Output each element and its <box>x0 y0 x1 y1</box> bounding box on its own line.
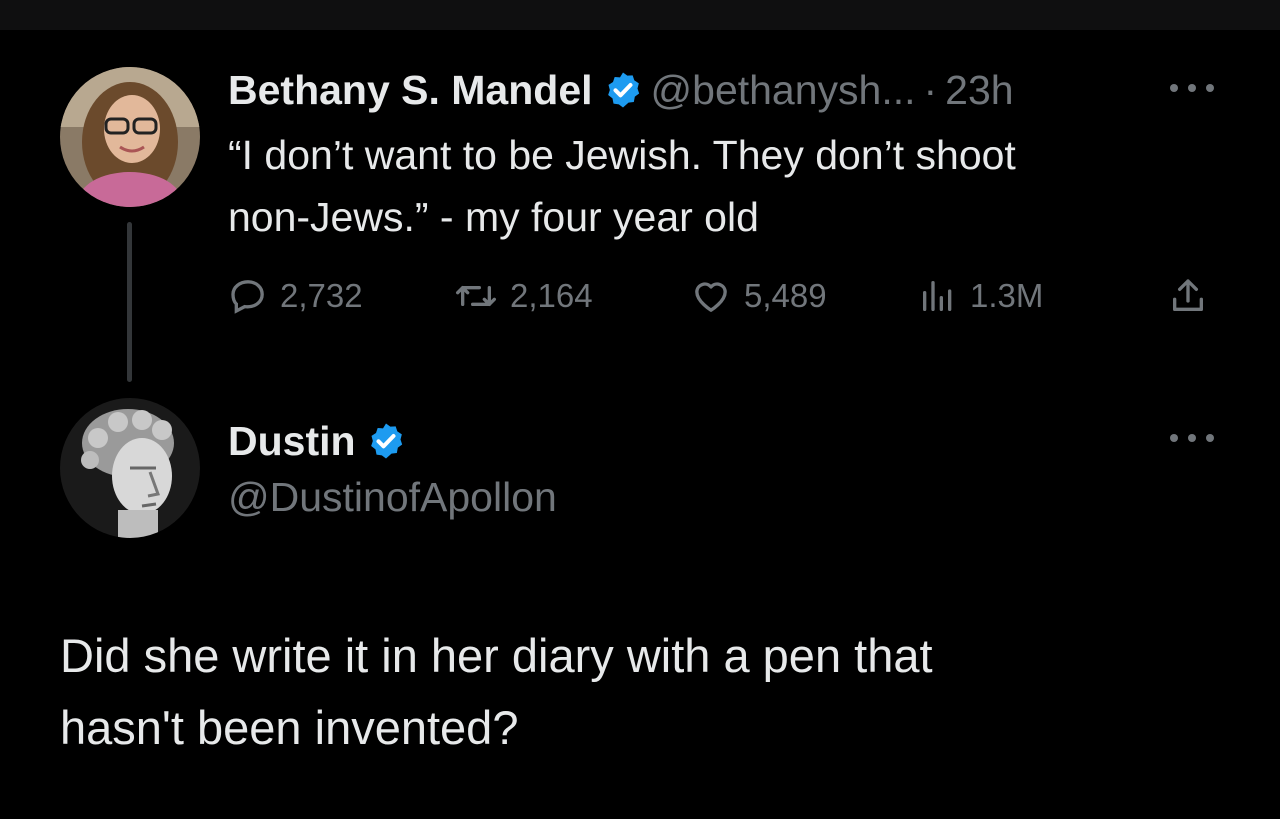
retweet-button[interactable]: 2,164 <box>454 272 593 320</box>
avatar-dustin[interactable] <box>60 398 200 538</box>
more-icon[interactable] <box>1170 428 1214 448</box>
like-icon <box>695 282 727 312</box>
views-count: 1.3M <box>970 277 1044 314</box>
tweet-actions: 2,732 2,164 5,489 1.3M <box>228 272 1218 320</box>
reply-author-name[interactable]: Dustin <box>228 418 356 465</box>
avatar-bethany[interactable] <box>60 67 200 207</box>
tweet-text-line: non-Jews.” - my four year old <box>228 194 759 240</box>
like-button[interactable]: 5,489 <box>690 272 827 320</box>
like-count: 5,489 <box>744 277 827 314</box>
reply-button[interactable]: 2,732 <box>228 272 363 320</box>
reply-count: 2,732 <box>280 277 363 314</box>
tweet-text-line: “I don’t want to be Jewish. They don’t s… <box>228 132 1016 178</box>
views-button[interactable]: 1.3M <box>918 272 1043 320</box>
author-handle[interactable]: @bethanysh... <box>651 67 916 114</box>
reply-text-line: Did she write it in her diary with a pen… <box>60 629 933 682</box>
separator-dot: · <box>923 66 938 113</box>
share-icon <box>1173 279 1203 311</box>
reply-icon <box>231 280 264 314</box>
reply-header: Dustin <box>228 414 414 468</box>
more-icon[interactable] <box>1170 78 1214 98</box>
retweet-icon <box>455 286 496 306</box>
views-icon <box>923 281 952 311</box>
tweet-time[interactable]: 23h <box>945 67 1013 114</box>
reply-author-handle[interactable]: @DustinofApollon <box>228 474 557 521</box>
retweet-count: 2,164 <box>510 277 593 314</box>
verified-badge-icon <box>603 70 643 110</box>
top-bar <box>0 0 1280 30</box>
share-button[interactable] <box>1168 272 1220 320</box>
reply-text: Did she write it in her diary with a pen… <box>60 620 1210 764</box>
tweet-header: Bethany S. Mandel @bethanysh... · 23h <box>228 62 1014 118</box>
tweet-text: “I don’t want to be Jewish. They don’t s… <box>228 124 1188 248</box>
thread-line <box>127 222 132 382</box>
reply-text-line: hasn't been invented? <box>60 701 519 754</box>
verified-badge-icon <box>366 421 406 461</box>
author-name[interactable]: Bethany S. Mandel <box>228 67 593 114</box>
